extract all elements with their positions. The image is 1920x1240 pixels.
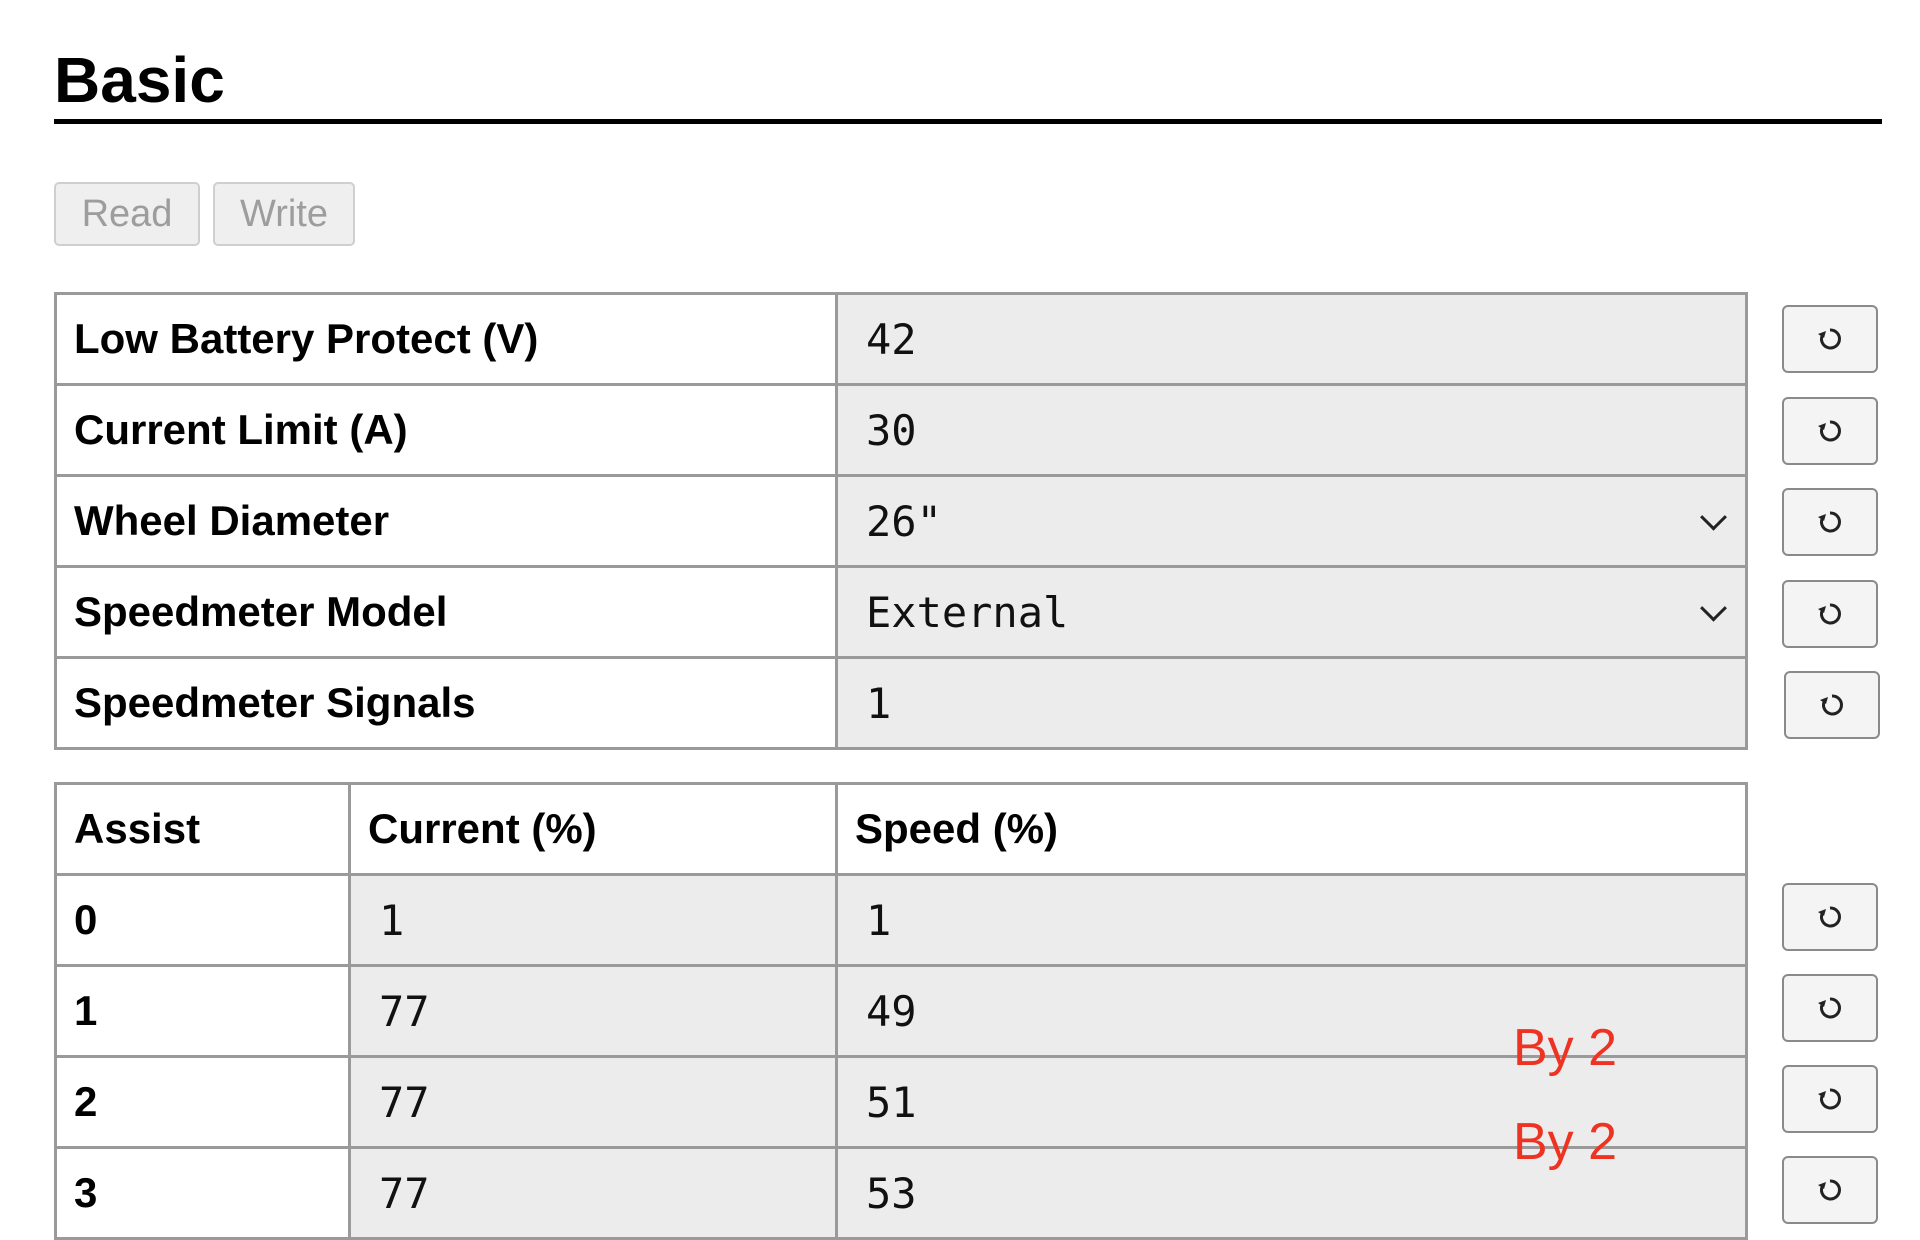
refresh-icon <box>1818 603 1841 625</box>
chevron-down-icon <box>1700 594 1727 622</box>
speed-header: Speed (%) <box>835 782 1748 876</box>
refresh-wheel-diameter-button[interactable] <box>1782 488 1878 556</box>
setting-row-speedmeter-model: Speedmeter Model External <box>54 565 1748 659</box>
assist-table: Assist Current (%) Speed (%) 0 1 2 3 <box>54 782 1748 1240</box>
setting-label: Wheel Diameter <box>54 474 838 568</box>
setting-value-cell: 26" <box>835 474 1748 568</box>
assist-level: 3 <box>54 1146 351 1240</box>
refresh-icon <box>1818 420 1841 442</box>
assist-level: 2 <box>54 1055 351 1149</box>
page-title: Basic <box>54 44 225 116</box>
refresh-icon <box>1818 906 1841 928</box>
annotation-note: By 2 <box>1513 1113 1618 1171</box>
assist-0-speed-input[interactable] <box>838 876 1745 964</box>
refresh-assist-2-button[interactable] <box>1782 1065 1878 1133</box>
low-battery-input[interactable] <box>838 295 1745 383</box>
refresh-assist-3-button[interactable] <box>1782 1156 1878 1224</box>
refresh-assist-0-button[interactable] <box>1782 883 1878 951</box>
assist-row: 2 <box>54 1055 1748 1149</box>
setting-label: Low Battery Protect (V) <box>54 292 838 386</box>
refresh-current-limit-button[interactable] <box>1782 397 1878 465</box>
setting-row-current-limit: Current Limit (A) <box>54 383 1748 477</box>
refresh-icon <box>1820 694 1843 716</box>
current-cell <box>348 964 838 1058</box>
wheel-diameter-select[interactable]: 26" <box>838 477 1745 565</box>
setting-value-cell: External <box>835 565 1748 659</box>
read-button[interactable]: Read <box>54 182 200 246</box>
refresh-icon <box>1818 1179 1841 1201</box>
assist-header-row: Assist Current (%) Speed (%) <box>54 782 1748 876</box>
assist-3-current-input[interactable] <box>351 1149 835 1237</box>
setting-value-cell <box>835 656 1748 750</box>
assist-2-current-input[interactable] <box>351 1058 835 1146</box>
wheel-diameter-value: 26" <box>866 496 942 546</box>
assist-level: 1 <box>54 964 351 1058</box>
refresh-assist-1-button[interactable] <box>1782 974 1878 1042</box>
annotation-note: By 2 <box>1513 1019 1618 1077</box>
setting-row-wheel-diameter: Wheel Diameter 26" <box>54 474 1748 568</box>
refresh-speedmeter-signals-button[interactable] <box>1784 671 1880 739</box>
current-limit-input[interactable] <box>838 386 1745 474</box>
assist-row: 3 <box>54 1146 1748 1240</box>
setting-label: Current Limit (A) <box>54 383 838 477</box>
current-cell <box>348 873 838 967</box>
setting-row-low-battery: Low Battery Protect (V) <box>54 292 1748 386</box>
speedmeter-model-select[interactable]: External <box>838 568 1745 656</box>
speed-cell <box>835 873 1748 967</box>
speedmeter-model-value: External <box>866 587 1069 637</box>
settings-table: Low Battery Protect (V) Current Limit (A… <box>54 292 1748 750</box>
assist-level: 0 <box>54 873 351 967</box>
assist-row: 1 <box>54 964 1748 1058</box>
chevron-down-icon <box>1700 503 1727 531</box>
assist-0-current-input[interactable] <box>351 876 835 964</box>
refresh-low-battery-button[interactable] <box>1782 305 1878 373</box>
assist-header: Assist <box>54 782 351 876</box>
setting-row-speedmeter-signals: Speedmeter Signals <box>54 656 1748 750</box>
refresh-icon <box>1818 1088 1841 1110</box>
current-cell <box>348 1146 838 1240</box>
setting-label: Speedmeter Signals <box>54 656 838 750</box>
current-cell <box>348 1055 838 1149</box>
refresh-icon <box>1818 997 1841 1019</box>
refresh-icon <box>1818 328 1841 350</box>
assist-1-current-input[interactable] <box>351 967 835 1055</box>
write-button[interactable]: Write <box>213 182 355 246</box>
title-divider <box>54 119 1882 124</box>
refresh-icon <box>1818 511 1841 533</box>
refresh-speedmeter-model-button[interactable] <box>1782 580 1878 648</box>
setting-value-cell <box>835 292 1748 386</box>
setting-value-cell <box>835 383 1748 477</box>
speedmeter-signals-input[interactable] <box>838 659 1745 747</box>
setting-label: Speedmeter Model <box>54 565 838 659</box>
assist-row: 0 <box>54 873 1748 967</box>
current-header: Current (%) <box>348 782 838 876</box>
